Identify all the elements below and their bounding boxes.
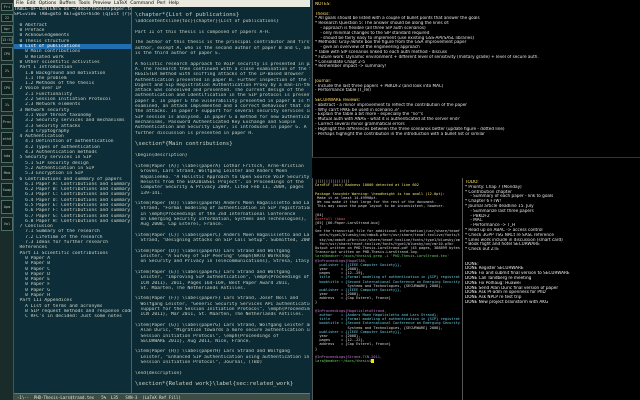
editor-line: \section*{Main contributions} <box>135 141 233 148</box>
latex-editor-buffer[interactable]: \chapter*{List of publications} \addconte… <box>133 7 310 393</box>
menu-buffers[interactable]: Buffers <box>59 1 75 6</box>
toc-line: SPC=view TAB=goto RET=goto+hide [q]uit [… <box>14 12 131 18</box>
editor-line: \chapter*{List of publications} <box>135 12 240 19</box>
terminal-cursor <box>371 359 375 364</box>
term-line: booktitle = {Second International Confer… <box>319 321 460 326</box>
build-terminal[interactable]: |||||||||||||||| CardFiF (bin) Badness 10… <box>312 178 462 400</box>
editor-line: Strand, "Formal modeling of authenticati… <box>135 206 310 212</box>
menu-options[interactable]: Options <box>39 1 57 6</box>
editor-line: Authentication and Security Layer, is in… <box>135 125 307 131</box>
sysmon-block: Mem <box>1 166 13 180</box>
menu-edit[interactable]: Edit <box>27 1 36 6</box>
sysmon-block: 2% <box>1 64 13 78</box>
emacs-window: File Edit Options Buffers Tools Preview LaTeX C… <box>14 0 324 400</box>
sysmon-block: hda <box>1 149 13 163</box>
toc-line: C RFC's in decided: Just some notes <box>14 314 122 320</box>
menu-file[interactable]: File <box>16 1 24 6</box>
emacs-modeline: -1\-- PHD-Thesis-Lars$trand.tex 5% L35 S… <box>14 393 310 400</box>
term-line: lars@beaker:~/docs/thesis$ grep -i 'PhD-… <box>315 254 450 259</box>
toc-line: 4.1 Definition of authentication <box>14 139 114 145</box>
sysmon-block: Proc <box>1 115 13 129</box>
sysmon-block: Vol <box>1 217 13 231</box>
term-line: This may cause the page layout to be inc… <box>315 204 445 209</box>
menu-latex[interactable]: LaTeX <box>114 1 127 6</box>
menu-help[interactable]: Help <box>169 1 179 6</box>
toc-line: 3.2 Security services and mechanisms <box>14 118 125 124</box>
notes-line: - Perhaps highlight the contribution in … <box>315 131 485 136</box>
editor-line: Leister, "Improving SIP authentication",… <box>135 275 310 281</box>
sysmon-block: CPU <box>1 47 13 61</box>
sysmon-block: Apr <box>1 25 13 33</box>
editor-line: Computer Security & Privacy 2009, Cited … <box>135 185 304 191</box>
editor-line: \section*{Related work}\label{sec:relate… <box>135 381 294 388</box>
todo-line: DONE New project brainstorm with AKG <box>465 299 549 304</box>
term-line: title = {Formal modeling of authenticati… <box>315 275 460 280</box>
emacs-menubar: File Edit Options Buffers Tools Preview LaTeX C… <box>14 0 310 7</box>
editor-line: \item[Paper {F}] \label{paperF} Lars Str… <box>135 296 299 302</box>
system-monitor-strip: Fri 22 Apr 13:57 CPU 2% CPU 1% Proc eth0 hda Mem Swa… <box>0 0 14 400</box>
editor-line: The author of this thesis is the princip… <box>135 40 310 46</box>
term-line: lars@beaker:~/docs/thesis$ <box>315 359 460 364</box>
toc-line: 6.3 Paper C: Contributions and summary <box>14 192 131 198</box>
toc-line: 6.6 Paper F: Contributions and summary <box>14 208 131 214</box>
sysmon-block: Apm <box>1 200 13 214</box>
editor-line: \item[Paper {H}] \label{paperH} Lars Str… <box>135 349 290 355</box>
todo-terminal[interactable]: TODO: * Priority: Chap 7 (Monday) * Contri… <box>462 178 640 400</box>
menu-preview[interactable]: Preview <box>93 1 111 6</box>
sysmon-block: 1% <box>1 98 13 112</box>
sysmon-block: 22 <box>1 14 13 22</box>
toc-buffer[interactable]: TABLE-OF-CONTENTS on ~/docs/thesis/paper… <box>14 7 132 393</box>
editor-line: the attacks. In paper F support for seve… <box>135 109 310 115</box>
term-line: onts/type1/bluesky/cm/cmbx8.pfb></usr/sh… <box>319 233 460 238</box>
editor-line: REGISTER method with sniffing attacks of… <box>135 72 304 78</box>
editor-line: Strand, "Designing attacks on SIP Call S… <box>135 238 310 244</box>
menu-perl[interactable]: Perl <box>157 1 166 6</box>
sysmon-block: eth0 <box>1 132 13 146</box>
editor-line: Alan Duric, "Migration towards a more se… <box>135 328 310 334</box>
menu-tools[interactable]: Tools <box>79 1 90 6</box>
editor-line: ICN 2011}, Mar 2011, St. Maarten, The Ne… <box>135 312 304 318</box>
sysmon-block: Swap <box>1 183 13 197</box>
sysmon-block: Fri <box>1 3 13 11</box>
terminal-divider <box>312 157 640 178</box>
notes-terminal[interactable]: NOTES: Thesis: * All goals should be liste… <box>312 0 640 157</box>
sysmon-block: 13:57 <box>1 36 13 44</box>
sysmon-block: CPU <box>1 81 13 95</box>
editor-line: authentication and identification in the… <box>135 93 310 99</box>
menu-command[interactable]: Command <box>130 1 154 6</box>
editor-line: on Security and Privacy in Telecommunica… <box>135 259 310 265</box>
editor-line: Groven, Lars Strand, Wolfgang Leister an… <box>135 169 288 175</box>
